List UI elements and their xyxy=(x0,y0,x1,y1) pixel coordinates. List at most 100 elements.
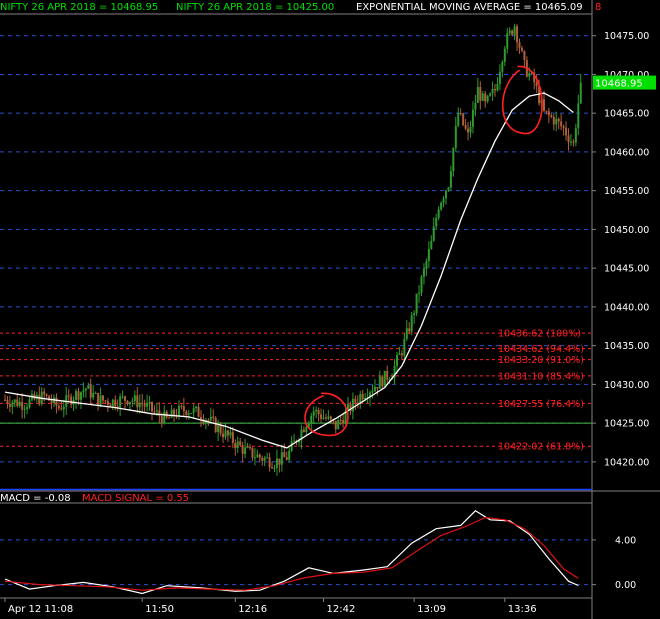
candle-body xyxy=(128,401,131,405)
price-tick-label: 10445.00 xyxy=(604,264,649,275)
candle-body xyxy=(435,217,438,227)
candle-body xyxy=(523,51,526,61)
candle-body xyxy=(452,147,455,172)
candle-body xyxy=(579,82,582,104)
candle-body xyxy=(28,399,31,408)
candle-body xyxy=(136,395,139,408)
price-tick-label: 10475.00 xyxy=(604,31,649,42)
time-axis: Apr 12 11:08 11:50 12:16 12:42 13:09 13:36 xyxy=(4,598,537,615)
time-tick-label: 13:09 xyxy=(417,604,446,615)
candle-body xyxy=(359,393,362,403)
candle-body xyxy=(447,187,450,191)
candle-body xyxy=(261,457,264,461)
candle-body xyxy=(43,391,46,395)
candle-body xyxy=(474,103,477,110)
candle-body xyxy=(200,416,202,420)
candle-body xyxy=(62,406,65,410)
macd-axis: 0.00 4.00 xyxy=(592,535,636,591)
candle-body xyxy=(271,467,274,469)
candle-body xyxy=(38,395,41,404)
candle-body xyxy=(50,400,53,404)
candle-body xyxy=(143,404,146,407)
macd-series xyxy=(4,510,579,595)
candle-body xyxy=(104,400,107,402)
candle-body xyxy=(212,416,215,418)
candle-body xyxy=(87,385,90,389)
candle-body xyxy=(462,113,465,126)
candle-body xyxy=(224,430,227,438)
candle-body xyxy=(361,393,364,400)
candle-body xyxy=(131,400,134,402)
candle-body xyxy=(371,391,374,393)
candle-body xyxy=(99,395,102,406)
fib-level-label: 10436.62 (100%) xyxy=(498,329,581,340)
candle-body xyxy=(278,458,281,465)
candle-body xyxy=(501,62,504,72)
price-tick-label: 10460.00 xyxy=(604,147,649,158)
candle-body xyxy=(8,403,11,407)
candle-body xyxy=(21,401,24,410)
price-tick-label: 10430.00 xyxy=(604,380,649,391)
candle-body xyxy=(170,409,173,418)
candle-body xyxy=(268,457,271,468)
candle-body xyxy=(400,353,403,356)
candle-body xyxy=(217,425,220,433)
candle-body xyxy=(60,408,63,410)
candle-body xyxy=(163,411,166,424)
candle-body xyxy=(77,391,80,400)
candle-body xyxy=(476,87,479,104)
fib-level-label: 10431.10 (85.4%) xyxy=(498,371,584,382)
candle-body xyxy=(422,268,425,277)
candle-body xyxy=(195,406,198,409)
candle-body xyxy=(327,416,330,419)
candle-body xyxy=(408,328,411,332)
candle-body xyxy=(121,396,124,398)
candle-body xyxy=(197,406,200,417)
candle-body xyxy=(528,73,531,77)
candle-body xyxy=(513,26,516,35)
candle-body xyxy=(464,125,467,129)
time-tick-label: 11:50 xyxy=(145,604,174,615)
candle-body xyxy=(567,135,570,143)
fib-level-label: 10422.02 (61.8%) xyxy=(498,442,584,453)
candle-body xyxy=(317,409,320,415)
candle-body xyxy=(67,395,70,397)
fibonacci-levels: 10436.62 (100%) 10434.62 (94.4%)10433.20 … xyxy=(0,329,592,453)
candle-body xyxy=(418,292,421,294)
candle-body xyxy=(249,446,251,448)
candle-body xyxy=(489,93,492,96)
candle-body xyxy=(496,83,499,91)
candle-body xyxy=(13,399,16,403)
candle-body xyxy=(209,416,212,421)
time-tick-label: Apr 12 11:08 xyxy=(8,604,73,615)
candle-body xyxy=(550,115,553,117)
candle-body xyxy=(415,293,418,314)
fib-level-label: 10427.55 (76.4%) xyxy=(498,399,584,410)
candle-body xyxy=(430,240,433,250)
nifty-price-label: NIFTY 26 APR 2018 = 10468.95 xyxy=(0,2,158,13)
chart-canvas[interactable]: 10436.62 (100%) 10434.62 (94.4%)10433.20 … xyxy=(0,0,660,619)
candle-body xyxy=(229,432,232,436)
candle-body xyxy=(138,402,141,408)
candle-body xyxy=(124,396,127,401)
candle-body xyxy=(506,33,509,49)
candle-body xyxy=(569,141,572,143)
candle-body xyxy=(239,441,242,446)
candle-body xyxy=(141,402,144,405)
price-tick-label: 10450.00 xyxy=(604,225,649,236)
candle-body xyxy=(322,417,325,419)
candle-body xyxy=(18,401,21,407)
candle-body xyxy=(180,405,183,407)
candle-body xyxy=(376,386,379,389)
candle-body xyxy=(192,408,195,414)
candle-body xyxy=(555,118,558,125)
candle-body xyxy=(263,457,266,461)
candle-body xyxy=(471,109,474,127)
candle-body xyxy=(557,118,560,122)
candle-body xyxy=(158,410,161,417)
candle-body xyxy=(4,399,6,401)
candle-body xyxy=(479,87,482,101)
candle-body xyxy=(459,113,462,115)
fib-level-label: 10434.62 (94.4%) xyxy=(498,344,584,355)
candle-body xyxy=(89,385,92,398)
